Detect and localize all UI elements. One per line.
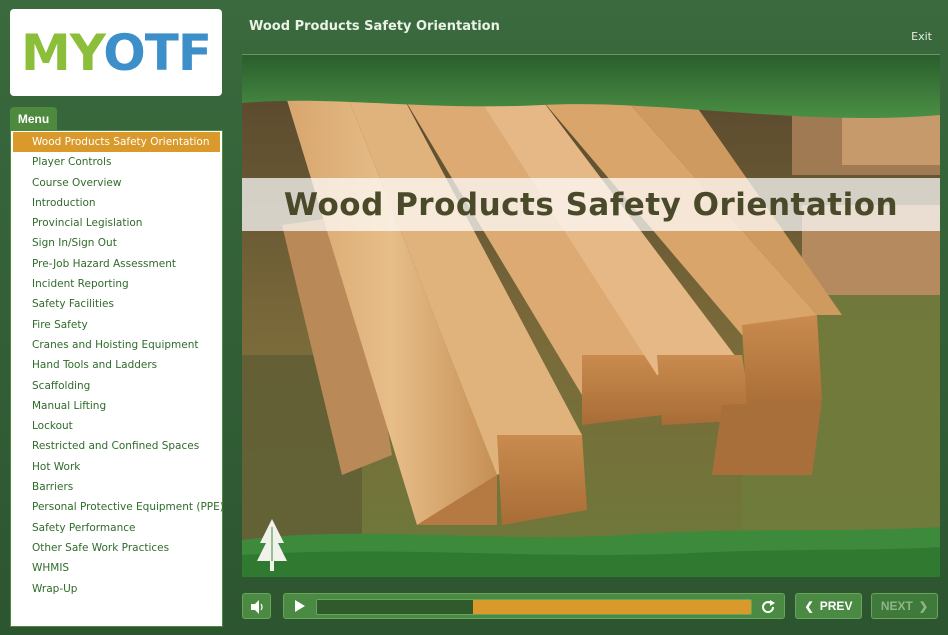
menu-item[interactable]: Hot Work [11,457,222,477]
logo-letter-m: M [21,23,71,82]
slide-title: Wood Products Safety Orientation [283,186,899,223]
menu-item[interactable]: Course Overview [11,173,222,193]
progress-fill [473,600,751,614]
menu-item[interactable]: Lockout [11,416,222,436]
logo-wordmark: MYOTF [21,23,212,82]
menu-list: Wood Products Safety Orientation Player C… [10,130,224,627]
menu-item[interactable]: Fire Safety [11,315,222,335]
menu-item[interactable]: Safety Performance [11,518,222,538]
exit-link[interactable]: Exit [911,30,932,43]
course-title: Wood Products Safety Orientation [249,19,500,34]
myotf-logo: MYOTF [10,9,222,96]
slide-stage: Wood Products Safety Orientation [242,55,940,577]
menu-item[interactable]: Sign In/Sign Out [11,233,222,253]
volume-button[interactable] [242,593,271,619]
menu-item[interactable]: Cranes and Hoisting Equipment [11,335,222,355]
logo-letters-otf: OTF [103,23,212,82]
menu-tab[interactable]: Menu [10,107,57,131]
chevron-right-icon: ❯ [918,600,929,613]
menu-item[interactable]: Personal Protective Equipment (PPE) [11,497,224,517]
menu-item[interactable]: Provincial Legislation [11,213,222,233]
logo-letter-y: Y [69,23,104,82]
menu-item[interactable]: Manual Lifting [11,396,222,416]
next-button[interactable]: NEXT ❯ [871,593,938,619]
menu-item[interactable]: Other Safe Work Practices [11,538,222,558]
menu-item[interactable]: Hand Tools and Ladders [11,355,222,375]
menu-item[interactable]: Player Controls [11,152,222,172]
next-label: NEXT [880,599,913,613]
slide-title-band: Wood Products Safety Orientation [242,178,940,231]
menu-item[interactable]: Scaffolding [11,376,222,396]
tree-icon [257,519,287,571]
chevron-left-icon: ❮ [804,600,814,613]
lumber-photo [242,55,940,577]
menu-item[interactable]: Pre-Job Hazard Assessment [11,254,222,274]
replay-button[interactable] [758,597,778,617]
player-controls [283,593,785,619]
menu-item[interactable]: Safety Facilities [11,294,222,314]
play-icon [295,600,305,612]
menu-item[interactable]: Wood Products Safety Orientation [13,132,220,153]
progress-bar[interactable] [316,599,752,615]
speaker-icon [251,600,263,614]
menu-item[interactable]: Wrap-Up [11,579,222,599]
menu-item[interactable]: WHMIS [11,558,222,578]
menu-item[interactable]: Restricted and Confined Spaces [11,436,222,456]
menu-item[interactable]: Introduction [11,193,222,213]
menu-item[interactable]: Barriers [11,477,222,497]
prev-label: PREV [819,599,853,613]
menu-item[interactable]: Incident Reporting [11,274,222,294]
prev-button[interactable]: ❮ PREV [795,593,862,619]
play-button[interactable] [290,598,308,614]
replay-icon [762,600,775,614]
